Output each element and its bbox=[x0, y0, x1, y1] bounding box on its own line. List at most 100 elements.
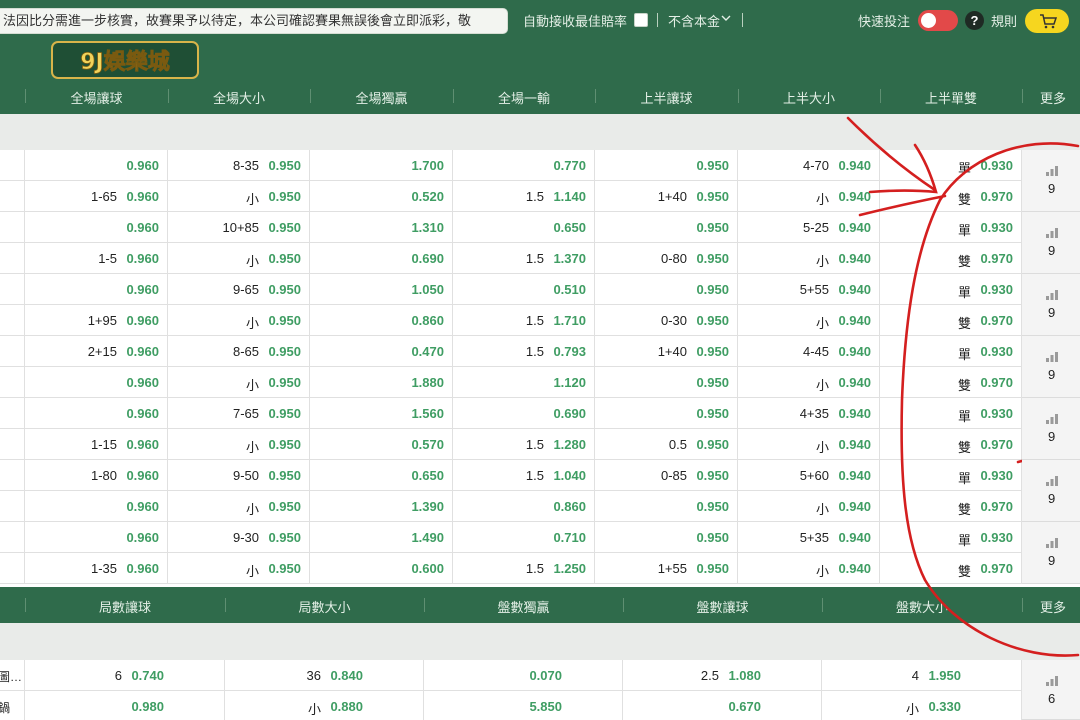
odds-cell[interactable]: 0.930 單 bbox=[880, 336, 1022, 367]
odds-cell[interactable]: 0.950 8-35 bbox=[168, 150, 310, 181]
odds-cell[interactable]: 0.940 4-45 bbox=[738, 336, 880, 367]
odds-cell[interactable]: 0.710 bbox=[453, 522, 595, 553]
more-column-header[interactable]: 更多 bbox=[1022, 597, 1080, 616]
odds-cell[interactable]: 0.950 9-30 bbox=[168, 522, 310, 553]
more-bets-button[interactable]: 9 bbox=[1022, 212, 1080, 274]
principal-select[interactable]: 不含本金 bbox=[668, 11, 720, 30]
odds-cell[interactable]: 0.860 bbox=[310, 305, 453, 336]
odds-cell[interactable]: 0.960 bbox=[25, 522, 168, 553]
odds-cell[interactable]: 0.950 小 bbox=[168, 181, 310, 212]
odds-cell[interactable]: 0.960 bbox=[25, 212, 168, 243]
odds-cell[interactable]: 1.490 bbox=[310, 522, 453, 553]
more-bets-button[interactable]: 9 bbox=[1022, 150, 1080, 212]
odds-cell[interactable]: 0.470 bbox=[310, 336, 453, 367]
odds-cell[interactable]: 0.950 小 bbox=[168, 429, 310, 460]
odds-cell[interactable]: 0.950 bbox=[595, 212, 738, 243]
odds-cell[interactable]: 0.650 bbox=[453, 212, 595, 243]
odds-cell[interactable]: 1.050 bbox=[310, 274, 453, 305]
odds-cell[interactable]: 0.950 0.5 bbox=[595, 429, 738, 460]
odds-cell[interactable]: 1.950 4 bbox=[822, 660, 1022, 691]
odds-cell[interactable]: 0.950 bbox=[595, 491, 738, 522]
odds-cell[interactable]: 0.940 小 bbox=[738, 429, 880, 460]
announcement-marquee[interactable]: 法因比分需進一步核實，故賽果予以待定，本公司確認賽果無誤後會立即派彩，敬 bbox=[0, 8, 508, 34]
odds-cell[interactable]: 1.120 bbox=[453, 367, 595, 398]
odds-cell[interactable]: 0.950 9-50 bbox=[168, 460, 310, 491]
odds-cell[interactable]: 0.940 小 bbox=[738, 305, 880, 336]
odds-cell[interactable]: 0.970 雙 bbox=[880, 491, 1022, 522]
odds-cell[interactable]: 0.840 36 bbox=[225, 660, 424, 691]
odds-cell[interactable]: 0.570 bbox=[310, 429, 453, 460]
odds-cell[interactable]: 0.880 小 bbox=[225, 691, 424, 720]
odds-cell[interactable]: 0.960 bbox=[25, 274, 168, 305]
odds-cell[interactable]: 0.950 bbox=[595, 274, 738, 305]
odds-cell[interactable]: 0.950 小 bbox=[168, 491, 310, 522]
odds-cell[interactable]: 1.310 bbox=[310, 212, 453, 243]
odds-cell[interactable]: 0.970 雙 bbox=[880, 367, 1022, 398]
odds-cell[interactable]: 0.740 6 bbox=[25, 660, 225, 691]
odds-cell[interactable]: 0.930 單 bbox=[880, 460, 1022, 491]
odds-cell[interactable]: 0.940 小 bbox=[738, 243, 880, 274]
odds-cell[interactable]: 0.970 雙 bbox=[880, 429, 1022, 460]
quick-bet-toggle[interactable] bbox=[918, 10, 958, 31]
odds-cell[interactable]: 0.690 bbox=[453, 398, 595, 429]
odds-cell[interactable]: 0.950 小 bbox=[168, 243, 310, 274]
odds-cell[interactable]: 0.950 小 bbox=[168, 553, 310, 584]
odds-cell[interactable]: 0.930 單 bbox=[880, 212, 1022, 243]
odds-cell[interactable]: 0.940 5-25 bbox=[738, 212, 880, 243]
more-bets-button[interactable]: 9 bbox=[1022, 274, 1080, 336]
odds-cell[interactable]: 1.250 1.5 bbox=[453, 553, 595, 584]
bet-slip-cart-button[interactable] bbox=[1025, 9, 1069, 33]
more-bets-button[interactable]: 9 bbox=[1022, 522, 1080, 584]
odds-cell[interactable]: 1.080 2.5 bbox=[623, 660, 822, 691]
odds-cell[interactable]: 0.950 1+55 bbox=[595, 553, 738, 584]
odds-cell[interactable]: 0.950 8-65 bbox=[168, 336, 310, 367]
odds-cell[interactable]: 0.940 小 bbox=[738, 181, 880, 212]
odds-cell[interactable]: 0.960 1-80 bbox=[25, 460, 168, 491]
more-column-header[interactable]: 更多 bbox=[1022, 88, 1080, 107]
odds-cell[interactable]: 0.960 1+95 bbox=[25, 305, 168, 336]
odds-cell[interactable]: 0.930 單 bbox=[880, 274, 1022, 305]
odds-cell[interactable]: 0.960 bbox=[25, 367, 168, 398]
odds-cell[interactable]: 0.960 1-35 bbox=[25, 553, 168, 584]
odds-cell[interactable]: 0.950 1+40 bbox=[595, 336, 738, 367]
odds-cell[interactable]: 0.950 7-65 bbox=[168, 398, 310, 429]
odds-cell[interactable]: 1.880 bbox=[310, 367, 453, 398]
odds-cell[interactable]: 0.940 小 bbox=[738, 367, 880, 398]
odds-cell[interactable]: 0.970 雙 bbox=[880, 243, 1022, 274]
odds-cell[interactable]: 0.770 bbox=[453, 150, 595, 181]
odds-cell[interactable]: 0.940 4+35 bbox=[738, 398, 880, 429]
odds-cell[interactable]: 0.950 1+40 bbox=[595, 181, 738, 212]
odds-cell[interactable]: 0.960 2+15 bbox=[25, 336, 168, 367]
odds-cell[interactable]: 0.670 bbox=[623, 691, 822, 720]
odds-cell[interactable]: 1.280 1.5 bbox=[453, 429, 595, 460]
odds-cell[interactable]: 0.960 1-5 bbox=[25, 243, 168, 274]
odds-cell[interactable]: 0.930 單 bbox=[880, 398, 1022, 429]
odds-cell[interactable]: 0.520 bbox=[310, 181, 453, 212]
odds-cell[interactable]: 1.700 bbox=[310, 150, 453, 181]
odds-cell[interactable]: 0.940 5+60 bbox=[738, 460, 880, 491]
more-bets-button[interactable]: 9 bbox=[1022, 398, 1080, 460]
odds-cell[interactable]: 5.850 bbox=[424, 691, 623, 720]
odds-cell[interactable]: 0.960 bbox=[25, 491, 168, 522]
odds-cell[interactable]: 0.950 小 bbox=[168, 305, 310, 336]
odds-cell[interactable]: 1.710 1.5 bbox=[453, 305, 595, 336]
odds-cell[interactable]: 0.950 0-30 bbox=[595, 305, 738, 336]
odds-cell[interactable]: 0.650 bbox=[310, 460, 453, 491]
odds-cell[interactable]: 0.940 小 bbox=[738, 553, 880, 584]
odds-cell[interactable]: 0.940 4-70 bbox=[738, 150, 880, 181]
odds-cell[interactable]: 0.950 0-80 bbox=[595, 243, 738, 274]
odds-cell[interactable]: 1.370 1.5 bbox=[453, 243, 595, 274]
odds-cell[interactable]: 0.940 5+55 bbox=[738, 274, 880, 305]
odds-cell[interactable]: 0.600 bbox=[310, 553, 453, 584]
more-bets-button[interactable]: 6 bbox=[1022, 660, 1080, 720]
odds-cell[interactable]: 0.960 bbox=[25, 398, 168, 429]
auto-accept-checkbox[interactable] bbox=[634, 13, 648, 27]
odds-cell[interactable]: 1.140 1.5 bbox=[453, 181, 595, 212]
odds-cell[interactable]: 0.950 bbox=[595, 522, 738, 553]
odds-cell[interactable]: 0.510 bbox=[453, 274, 595, 305]
odds-cell[interactable]: 0.950 bbox=[595, 398, 738, 429]
help-icon[interactable]: ? bbox=[965, 11, 984, 30]
rules-link[interactable]: 規則 bbox=[991, 11, 1017, 30]
more-bets-button[interactable]: 9 bbox=[1022, 336, 1080, 398]
odds-cell[interactable]: 0.950 bbox=[595, 150, 738, 181]
